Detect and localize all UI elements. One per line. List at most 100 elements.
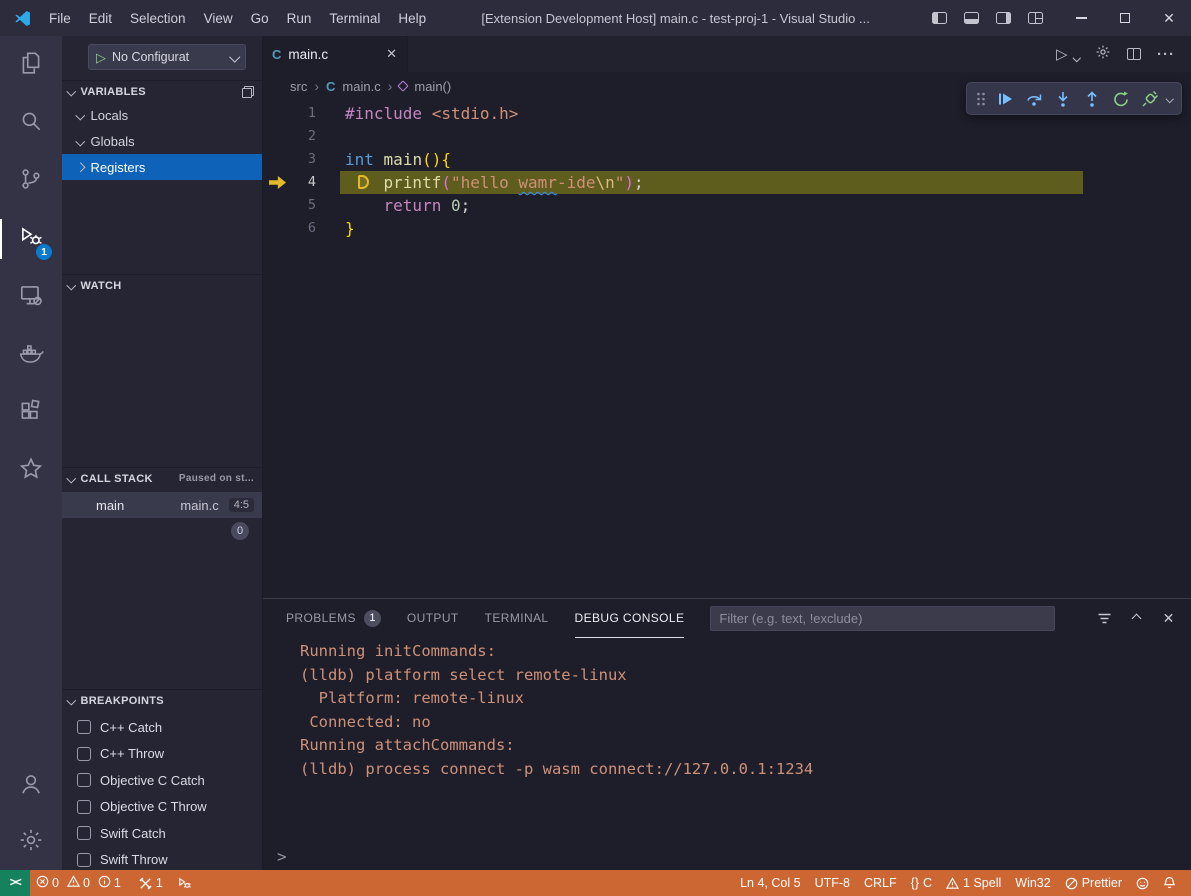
code-line-3[interactable]: 3int main(){	[262, 148, 1191, 171]
panel-tab-debug-console[interactable]: DEBUG CONSOLE	[575, 600, 685, 638]
cursor-position[interactable]: Ln 4, Col 5	[733, 870, 807, 896]
minimize-button[interactable]	[1059, 0, 1103, 36]
sidebar-item-favorites[interactable]	[0, 442, 62, 500]
variables-item-locals[interactable]: Locals	[62, 102, 262, 128]
language-mode[interactable]: {} C	[904, 870, 939, 896]
close-button[interactable]: ✕	[1147, 0, 1191, 36]
variables-item-globals[interactable]: Globals	[62, 128, 262, 154]
step-over-button[interactable]	[1019, 85, 1048, 112]
menu-view[interactable]: View	[195, 7, 242, 30]
account-button[interactable]	[0, 758, 62, 814]
menu-go[interactable]: Go	[242, 7, 278, 30]
menu-selection[interactable]: Selection	[121, 7, 195, 30]
sidebar-item-extensions[interactable]	[0, 384, 62, 442]
panel-tab-problems[interactable]: PROBLEMS1	[286, 600, 381, 638]
close-panel-icon[interactable]: ✕	[1160, 610, 1177, 627]
remote-indicator[interactable]: ><	[0, 870, 30, 896]
error-icon	[36, 875, 49, 891]
sidebar-item-docker[interactable]	[0, 326, 62, 384]
breakpoint-checkbox[interactable]	[77, 826, 91, 840]
variables-item-registers[interactable]: Registers	[62, 154, 262, 180]
sidebar-item-remote-explorer[interactable]	[0, 268, 62, 326]
line-number[interactable]: 5	[262, 194, 316, 217]
toggle-secondary-sidebar-icon[interactable]	[996, 12, 1011, 24]
line-number[interactable]: 2	[262, 125, 316, 148]
maximize-button[interactable]	[1103, 0, 1147, 36]
menu-edit[interactable]: Edit	[80, 7, 121, 30]
disconnect-button[interactable]	[1135, 85, 1164, 112]
collapse-all-icon[interactable]	[242, 86, 254, 98]
code-area[interactable]: 1#include <stdio.h>23int main(){4 printf…	[262, 102, 1191, 240]
platform-indicator[interactable]: Win32	[1008, 870, 1057, 896]
tools-status[interactable]: 1	[132, 870, 170, 896]
console-prompt-icon[interactable]: >	[277, 847, 287, 866]
chevron-down-icon[interactable]	[1164, 85, 1176, 112]
variables-section-header[interactable]: VARIABLES	[62, 80, 262, 102]
breakpoint-checkbox[interactable]	[77, 747, 91, 761]
more-actions-icon[interactable]: ···	[1157, 46, 1175, 63]
maximize-panel-icon[interactable]	[1128, 610, 1145, 627]
watch-section-header[interactable]: WATCH	[62, 274, 262, 296]
step-into-button[interactable]	[1048, 85, 1077, 112]
code-line-5[interactable]: 5 return 0;	[262, 194, 1191, 217]
breakpoints-section-header[interactable]: BREAKPOINTS	[62, 689, 262, 711]
sidebar-item-search[interactable]	[0, 94, 62, 152]
problems-status[interactable]: 0 0 1	[30, 870, 132, 896]
run-file-button[interactable]: ▷	[1056, 47, 1068, 62]
debug-config-dropdown[interactable]: ▷ No Configurat	[88, 44, 246, 70]
sidebar-item-run-debug[interactable]: 1	[0, 210, 62, 268]
breadcrumb-symbol[interactable]: main()	[414, 79, 451, 94]
spell-checker-status[interactable]: 1 Spell	[939, 870, 1008, 896]
breakpoint-item[interactable]: Swift Catch	[62, 820, 262, 847]
debug-status-icon[interactable]	[170, 870, 199, 896]
code-line-2[interactable]: 2	[262, 125, 1191, 148]
breakpoint-item[interactable]: Objective C Catch	[62, 767, 262, 794]
call-stack-section-header[interactable]: CALL STACK Paused on st...	[62, 467, 262, 489]
notifications-bell-icon[interactable]	[1156, 870, 1183, 896]
breakpoint-item[interactable]: C++ Catch	[62, 714, 262, 741]
panel-tab-terminal[interactable]: TERMINAL	[485, 600, 549, 638]
breakpoint-checkbox[interactable]	[77, 720, 91, 734]
toggle-panel-icon[interactable]	[964, 12, 979, 24]
breakpoint-checkbox[interactable]	[77, 773, 91, 787]
breadcrumb-src[interactable]: src	[290, 79, 307, 94]
eol-indicator[interactable]: CRLF	[857, 870, 904, 896]
settings-gear-icon[interactable]	[1095, 44, 1111, 65]
code-line-6[interactable]: 6}	[262, 217, 1191, 240]
breakpoint-item[interactable]: C++ Throw	[62, 741, 262, 768]
customize-layout-icon[interactable]	[1028, 12, 1043, 24]
toolbar-drag-handle[interactable]	[972, 85, 990, 112]
split-editor-icon[interactable]	[1127, 48, 1141, 60]
continue-button[interactable]	[990, 85, 1019, 112]
call-stack-frame[interactable]: main main.c 4:5	[62, 492, 262, 518]
step-out-button[interactable]	[1077, 85, 1106, 112]
line-number[interactable]: 1	[262, 102, 316, 125]
breakpoint-item[interactable]: Objective C Throw	[62, 794, 262, 821]
close-tab-icon[interactable]: ✕	[386, 46, 397, 62]
start-debug-icon[interactable]: ▷	[96, 51, 106, 64]
line-number[interactable]: 3	[262, 148, 316, 171]
breakpoint-checkbox[interactable]	[77, 853, 91, 867]
sidebar-item-explorer[interactable]	[0, 36, 62, 94]
debug-console-output[interactable]: Running initCommands:(lldb) platform sel…	[300, 640, 1181, 782]
menu-run[interactable]: Run	[278, 7, 321, 30]
panel-tab-output[interactable]: OUTPUT	[407, 600, 459, 638]
tab-main-c[interactable]: C main.c ✕	[262, 36, 408, 72]
settings-button[interactable]	[0, 814, 62, 870]
restart-button[interactable]	[1106, 85, 1135, 112]
formatter-status[interactable]: Prettier	[1058, 870, 1129, 896]
menu-help[interactable]: Help	[389, 7, 435, 30]
breadcrumb-file[interactable]: main.c	[342, 79, 380, 94]
encoding-indicator[interactable]: UTF-8	[808, 870, 857, 896]
feedback-icon[interactable]	[1129, 870, 1156, 896]
line-number[interactable]: 6	[262, 217, 316, 240]
menu-file[interactable]: File	[40, 7, 80, 30]
breakpoint-item[interactable]: Swift Throw	[62, 847, 262, 871]
breakpoint-checkbox[interactable]	[77, 800, 91, 814]
console-filter-input[interactable]	[710, 606, 1055, 631]
code-line-4[interactable]: 4 printf("hello wamr-ide\n");	[262, 171, 1191, 194]
sidebar-item-source-control[interactable]	[0, 152, 62, 210]
filter-icon[interactable]	[1096, 610, 1113, 627]
toggle-sidebar-icon[interactable]	[932, 12, 947, 24]
menu-terminal[interactable]: Terminal	[320, 7, 389, 30]
